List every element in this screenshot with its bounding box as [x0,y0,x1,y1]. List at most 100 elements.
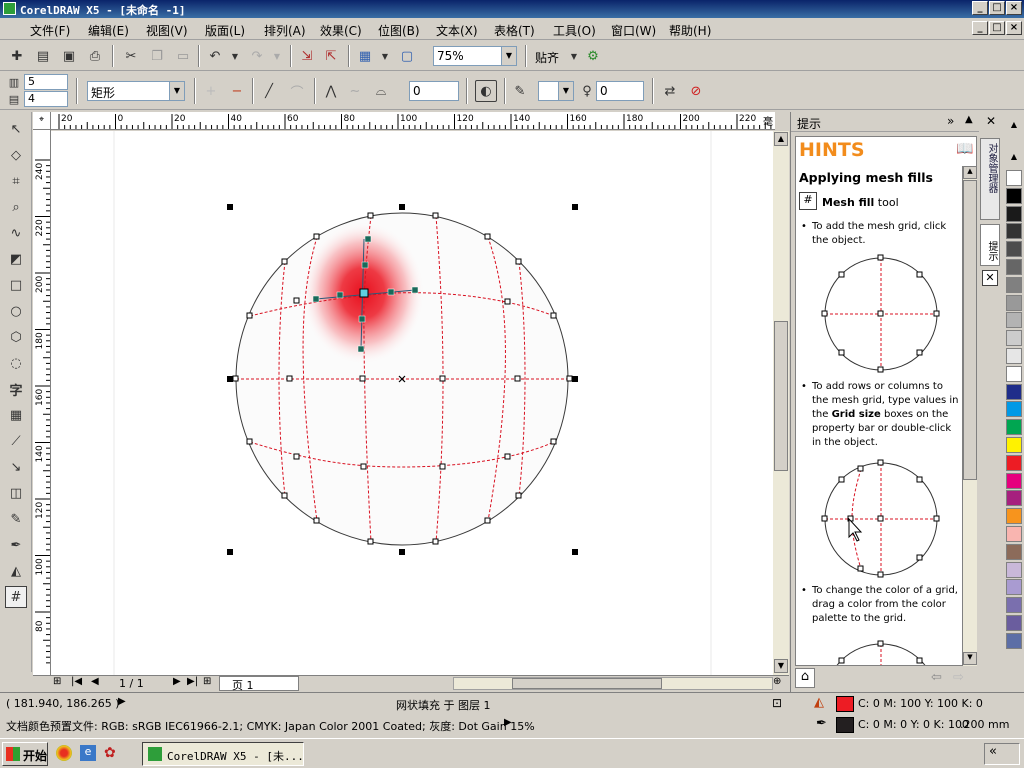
maximize-button[interactable]: □ [989,1,1005,15]
add-page-after-icon[interactable]: ⊞ [203,676,211,687]
pick-tool-icon[interactable]: ↖ [5,118,27,140]
fill-tool-icon[interactable]: ◭ [5,560,27,582]
book-icon[interactable]: 📖 [956,141,973,157]
palette-swatch[interactable] [1006,276,1022,293]
palette-swatch[interactable] [1006,205,1022,222]
symmetric-node-icon[interactable]: ⌓ [372,82,390,100]
open-icon[interactable]: ▤ [34,47,52,65]
menu-window[interactable]: 窗口(W) [611,22,656,39]
palette-swatch[interactable] [1006,472,1022,489]
palette-scroll-up-icon-2[interactable]: ▲ [1008,152,1020,164]
drawing-page[interactable] [51,131,775,675]
scroll-down-icon[interactable]: ▼ [774,659,788,673]
grid-rows-spinner[interactable]: 4 [24,91,68,107]
menu-file[interactable]: 文件(F) [30,22,70,39]
snapshot-icon[interactable]: ⊡ [772,696,782,710]
shape-tool-icon[interactable]: ◇ [5,144,27,166]
palette-swatch[interactable] [1006,241,1022,258]
close-tab-icon[interactable]: ✕ [982,270,998,286]
undo-dropdown-icon[interactable]: ▼ [226,47,244,65]
palette-swatch[interactable] [1006,187,1022,204]
horizontal-scrollbar[interactable] [453,677,773,690]
docker-collapse-icon[interactable]: ▲ [965,114,973,125]
palette-swatch[interactable] [1006,490,1022,507]
cut-icon[interactable]: ✂ [122,47,140,65]
hints-scroll-thumb[interactable] [963,180,977,480]
palette-swatch[interactable] [1006,348,1022,364]
app-quicklaunch-icon[interactable]: ✿ [104,745,116,761]
zoom-level-combo[interactable]: 75% ▼ [433,46,517,66]
menu-tools[interactable]: 工具(O) [553,22,596,39]
save-icon[interactable]: ▣ [60,47,78,65]
palette-swatch[interactable] [1006,383,1022,400]
home-icon[interactable]: ⌂ [795,668,815,688]
palette-swatch[interactable] [1006,561,1022,578]
palette-swatch[interactable] [1006,454,1022,471]
copy-mesh-properties-icon[interactable]: ⇄ [661,82,679,100]
rectangle-tool-icon[interactable]: □ [5,274,27,296]
to-line-icon[interactable]: ╱ [260,82,278,100]
scroll-up-icon[interactable]: ▲ [774,132,788,146]
clear-mesh-icon[interactable]: ⊘ [687,82,705,100]
table-tool-icon[interactable]: ▦ [5,404,27,426]
ruler-origin[interactable]: ⌖ [33,112,51,130]
page-tab[interactable]: 页 1 [219,676,299,692]
start-button[interactable]: 开始 [2,742,48,766]
chrome-icon[interactable] [56,745,72,761]
menu-arrange[interactable]: 排列(A) [264,22,306,39]
palette-swatch[interactable] [1006,330,1022,347]
export-icon[interactable]: ⇱ [322,47,340,65]
last-page-icon[interactable]: ▶| [187,676,198,687]
eyedropper-icon[interactable]: ✎ [511,82,529,100]
polygon-tool-icon[interactable]: ⬡ [5,326,27,348]
redo-dropdown-icon[interactable]: ▼ [268,47,286,65]
minimize-button[interactable]: _ [972,1,988,15]
doc-restore-button[interactable]: □ [989,21,1005,35]
welcome-screen-icon[interactable]: ▢ [398,47,416,65]
palette-swatch[interactable] [1006,419,1022,436]
palette-scroll-up-icon[interactable]: ▲ [1008,120,1020,132]
mesh-fill-drawing[interactable] [51,131,775,675]
copy-icon[interactable]: ❐ [148,47,166,65]
palette-swatch[interactable] [1006,508,1022,525]
dimension-tool-icon[interactable]: ⟋ [5,430,27,452]
connector-tool-icon[interactable]: ↘ [5,456,27,478]
redo-icon[interactable]: ↷ [248,47,266,65]
prev-page-icon[interactable]: ◀ [91,676,99,687]
freehand-tool-icon[interactable]: ∿ [5,222,27,244]
first-page-icon[interactable]: |◀ [71,676,82,687]
new-icon[interactable]: ✚ [8,47,26,65]
menu-layout[interactable]: 版面(L) [205,22,245,39]
doc-close-button[interactable]: × [1006,21,1022,35]
ellipse-tool-icon[interactable]: ○ [5,300,27,322]
palette-swatch[interactable] [1006,437,1022,453]
palette-swatch[interactable] [1006,170,1022,186]
mesh-color-picker[interactable]: ▼ [538,81,574,101]
docker-close-icon[interactable]: ✕ [986,114,996,128]
scroll-down-icon[interactable]: ▼ [963,652,977,665]
fill-color-swatch[interactable] [836,696,854,712]
menu-view[interactable]: 视图(V) [146,22,188,39]
add-node-icon[interactable]: + [202,82,220,100]
menu-bitmaps[interactable]: 位图(B) [378,22,420,39]
snap-to-label[interactable]: 贴齐 [535,49,559,66]
scroll-up-icon[interactable]: ▲ [963,166,977,179]
curve-smoothness-input[interactable]: 0 [409,81,459,101]
launcher-dropdown-icon[interactable]: ▼ [376,47,394,65]
vertical-scroll-thumb[interactable] [774,321,788,471]
profile-arrow-icon[interactable]: ▶ [504,717,512,728]
snap-dropdown-icon[interactable]: ▼ [565,47,583,65]
forward-icon[interactable]: ⇨ [953,670,964,685]
chevron-down-icon[interactable]: ▼ [558,82,573,100]
palette-swatch[interactable] [1006,401,1022,418]
grid-columns-spinner[interactable]: 5 [24,74,68,90]
vertical-ruler[interactable]: 240 220 200 180 160 140 120 100 80 [33,130,51,675]
chevron-down-icon[interactable]: ▼ [169,82,184,100]
undo-icon[interactable]: ↶ [206,47,224,65]
hints-scrollbar[interactable]: ▲ ▼ [963,166,977,666]
horizontal-scroll-thumb[interactable] [512,678,662,689]
smart-fill-tool-icon[interactable]: ◩ [5,248,27,270]
taskbar-coreldraw-button[interactable]: CorelDRAW X5 - [未... [142,742,304,766]
explorer-icon[interactable]: e [80,745,96,761]
palette-swatch[interactable] [1006,632,1022,649]
